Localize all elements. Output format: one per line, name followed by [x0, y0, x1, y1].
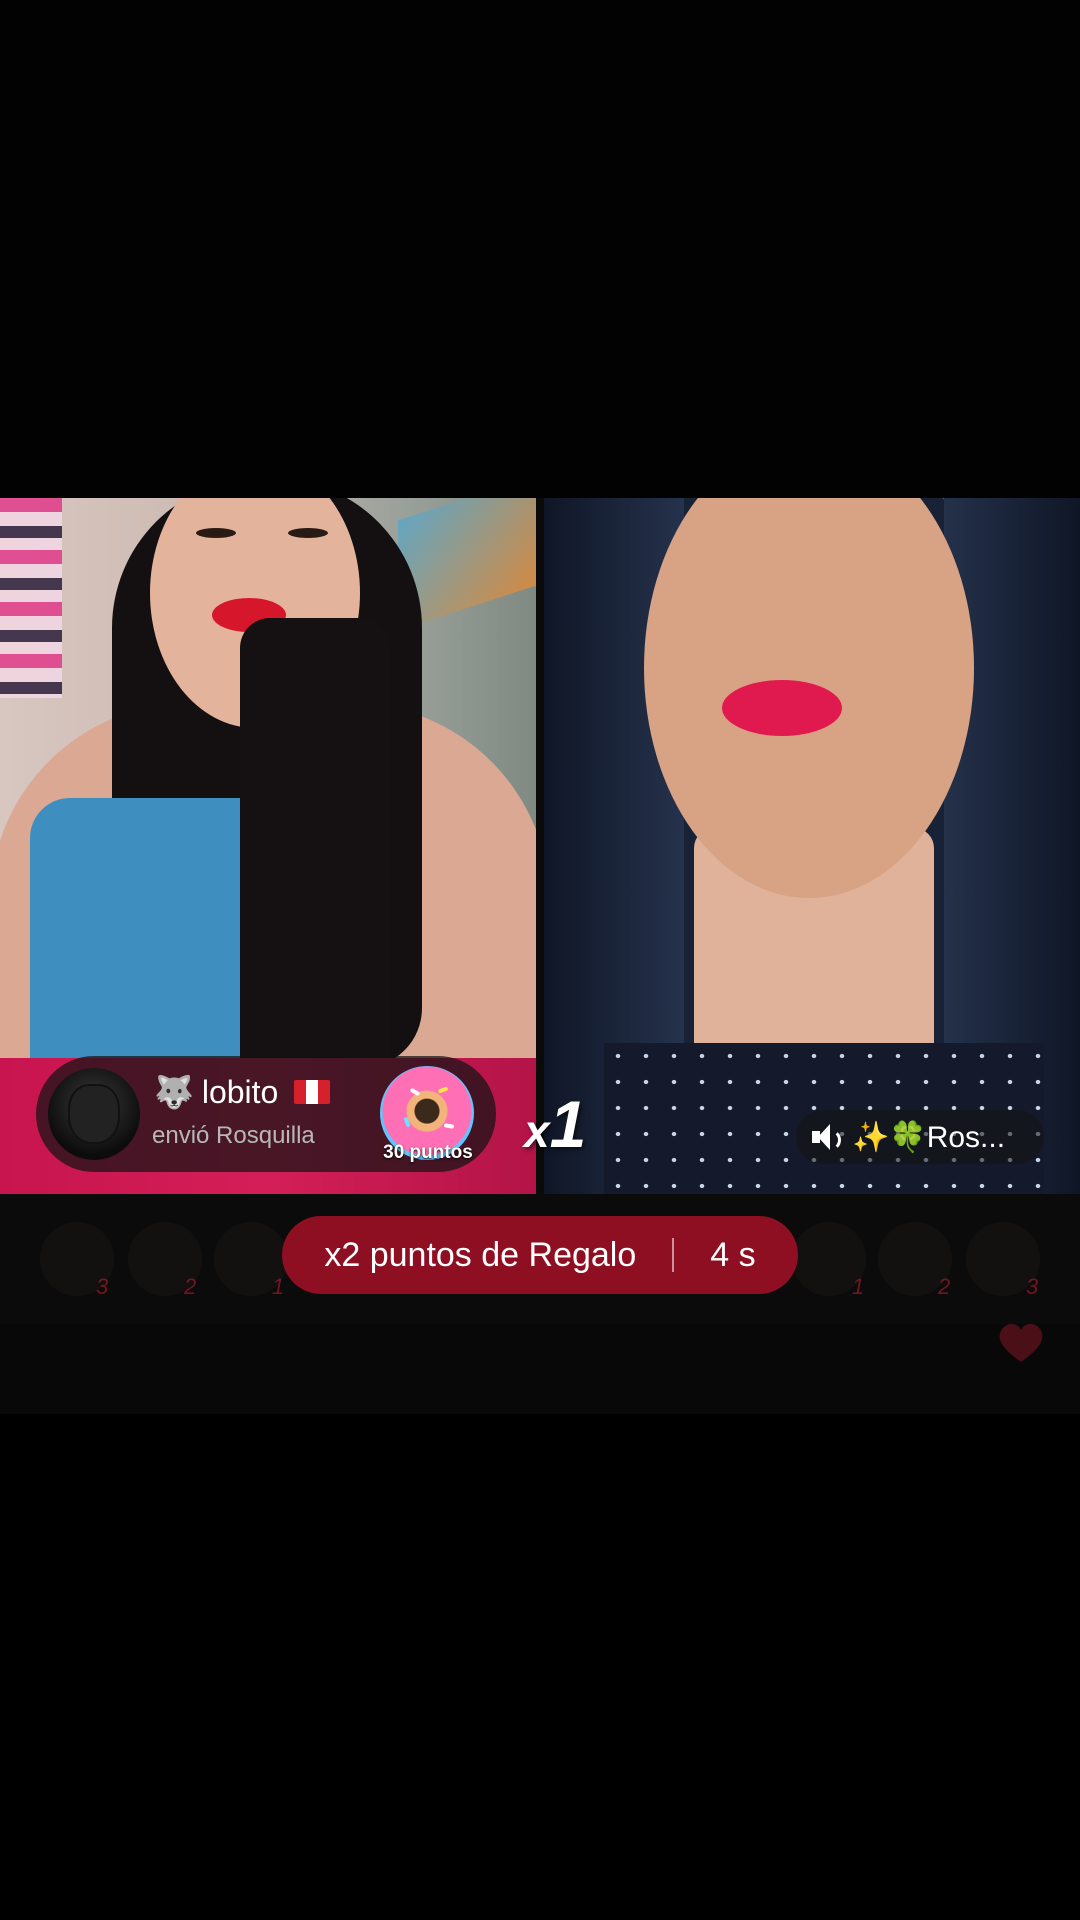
wolf-avatar-image [70, 1086, 118, 1142]
bonus-separator [672, 1238, 675, 1272]
gift-notification[interactable]: 🐺 lobito envió Rosquilla 30 puntos [36, 1056, 496, 1172]
top-dark-area [0, 0, 1080, 498]
left-supporter-rank: 2 [184, 1274, 197, 1299]
wall-poster [0, 498, 62, 698]
gift-bonus-banner: x2 puntos de Regalo 4 s [282, 1216, 798, 1294]
opponent-video[interactable] [544, 498, 1080, 1194]
speaker-icon[interactable] [810, 1120, 844, 1154]
combo-count: 1 [549, 1087, 587, 1161]
gift-points: 30 puntos [383, 1142, 473, 1163]
right-supporter-rank: 3 [1026, 1274, 1039, 1299]
left-supporter-rank: 1 [272, 1274, 285, 1299]
gift-sender-row: 🐺 lobito [154, 1072, 331, 1112]
avatar[interactable] [48, 1068, 140, 1160]
right-supporter-rank: 1 [852, 1274, 865, 1299]
bonus-timer: 4 s [710, 1235, 756, 1274]
lower-dark-band [0, 1324, 1080, 1414]
heart-icon[interactable] [996, 1320, 1046, 1364]
left-supporter-rank: 3 [96, 1274, 109, 1299]
right-supporter-rank: 2 [938, 1274, 951, 1299]
live-battle-area: 🐺 lobito envió Rosquilla 30 puntos x1 ✨🍀… [0, 498, 1080, 1194]
wolf-emoji-icon: 🐺 [154, 1074, 194, 1110]
bonus-label: x2 puntos de Regalo [324, 1235, 637, 1274]
combo-prefix: x [524, 1105, 550, 1157]
peru-flag-icon [294, 1080, 331, 1104]
gift-action-text: envió Rosquilla [152, 1122, 315, 1149]
opponent-name: ✨🍀Ros... [852, 1120, 1006, 1154]
gift-combo-counter: x1 [524, 1086, 586, 1162]
gift-sender-username[interactable]: lobito [202, 1074, 279, 1111]
opponent-name-pill[interactable]: ✨🍀Ros... [796, 1110, 1044, 1164]
